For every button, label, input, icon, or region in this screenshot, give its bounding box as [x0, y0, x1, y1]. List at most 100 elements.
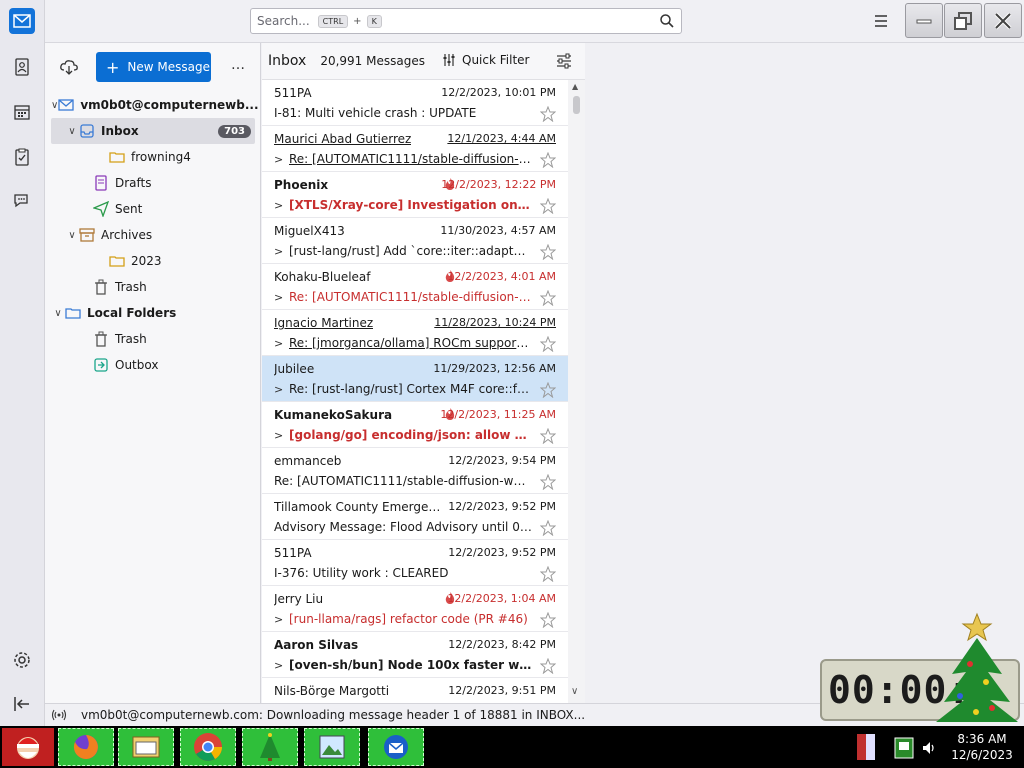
taskbar-file-explorer[interactable]: [118, 728, 174, 766]
star-icon[interactable]: [539, 473, 557, 491]
taskbar-image-viewer[interactable]: [304, 728, 360, 766]
inbox-icon: [79, 123, 95, 139]
new-message-button[interactable]: + New Message: [96, 52, 211, 82]
folder-item-drafts[interactable]: Drafts: [51, 170, 255, 196]
folder-label: Local Folders: [87, 306, 177, 320]
app-menu-icon[interactable]: [872, 12, 890, 30]
get-messages-icon[interactable]: [59, 57, 79, 77]
taskbar-christmas-app[interactable]: [242, 728, 298, 766]
volume-icon[interactable]: [921, 740, 937, 756]
message-row[interactable]: Jubilee 11/29/2023, 12:56 AM > Re: [rust-la…: [262, 356, 568, 402]
scroll-down-icon[interactable]: ∨: [571, 686, 578, 697]
list-display-options-icon[interactable]: [556, 53, 572, 69]
message-list-scrollbar[interactable]: ▲ ∨: [568, 80, 585, 703]
taskbar-firefox[interactable]: [58, 728, 114, 766]
star-icon[interactable]: [539, 335, 557, 353]
star-icon[interactable]: [539, 289, 557, 307]
folder-item-trash[interactable]: Trash: [51, 274, 255, 300]
taskbar: 8:36 AM 12/6/2023: [0, 726, 1024, 768]
message-row[interactable]: 511PA 12/2/2023, 9:52 PM I-376: Utility wo…: [262, 540, 568, 586]
message-subject: [run-llama/rags] refactor code (PR #46): [289, 612, 528, 626]
folder-window-icon: [132, 736, 160, 758]
star-icon[interactable]: [539, 657, 557, 675]
chat-button[interactable]: [9, 188, 35, 214]
star-icon[interactable]: [539, 611, 557, 629]
search-icon[interactable]: [659, 13, 675, 29]
message-row[interactable]: Maurici Abad Gutierrez 12/1/2023, 4:44 AM…: [262, 126, 568, 172]
star-icon[interactable]: [539, 519, 557, 537]
folder-item-trash[interactable]: Trash: [51, 326, 255, 352]
tasks-button[interactable]: [9, 144, 35, 170]
thread-expand-icon[interactable]: >: [274, 153, 283, 166]
taskbar-clock-time[interactable]: 8:36 AM: [947, 732, 1017, 746]
thread-expand-icon[interactable]: >: [274, 291, 283, 304]
folder-item-sent[interactable]: Sent: [51, 196, 255, 222]
folder-item-vm0b0t-computernewb[interactable]: ∨ vm0b0t@computernewb...: [51, 92, 259, 118]
collapse-toolbar-icon[interactable]: [12, 694, 32, 714]
folder-item-outbox[interactable]: Outbox: [51, 352, 255, 378]
close-button[interactable]: [984, 3, 1022, 38]
settings-gear-icon[interactable]: [12, 650, 32, 670]
thread-expand-icon[interactable]: >: [274, 337, 283, 350]
search-input[interactable]: Search... CTRL + K: [250, 8, 682, 34]
star-icon[interactable]: [539, 565, 557, 583]
folder-item-2023[interactable]: 2023: [51, 248, 255, 274]
message-date: 12/2/2023, 8:42 PM: [448, 638, 556, 651]
online-status-icon[interactable]: [51, 707, 67, 723]
star-icon[interactable]: [539, 243, 557, 261]
message-row[interactable]: 511PA 12/2/2023, 10:01 PM I-81: Multi vehi…: [262, 80, 568, 126]
thread-expand-icon[interactable]: >: [274, 383, 283, 396]
message-row[interactable]: Ignacio Martinez 11/28/2023, 10:24 PM > Re:…: [262, 310, 568, 356]
folder-icon: [109, 253, 125, 269]
message-row[interactable]: Kohaku-Blueleaf 12/2/2023, 4:01 AM > Re: [A…: [262, 264, 568, 310]
message-date: 12/2/2023, 9:52 PM: [448, 500, 556, 513]
star-icon[interactable]: [539, 197, 557, 215]
chevron-down-icon[interactable]: ∨: [51, 308, 65, 319]
chevron-down-icon[interactable]: ∨: [65, 126, 79, 137]
start-button[interactable]: [2, 728, 54, 766]
flag-icon[interactable]: [855, 732, 877, 762]
message-row[interactable]: emmanceb 12/2/2023, 9:54 PM Re: [AUTOMATIC…: [262, 448, 568, 494]
local-folders-icon: [65, 305, 81, 321]
more-options-button[interactable]: …: [229, 57, 247, 75]
chevron-down-icon[interactable]: ∨: [65, 230, 79, 241]
thread-expand-icon[interactable]: >: [274, 199, 283, 212]
message-row[interactable]: Jerry Liu 12/2/2023, 1:04 AM > [run-llama/r…: [262, 586, 568, 632]
quick-filter-button[interactable]: Quick Filter: [442, 53, 529, 67]
message-row[interactable]: Phoenix 12/2/2023, 12:22 PM > [XTLS/Xray-co…: [262, 172, 568, 218]
thread-expand-icon[interactable]: >: [274, 245, 283, 258]
calendar-button[interactable]: [9, 99, 35, 125]
folder-item-archives[interactable]: ∨ Archives: [51, 222, 255, 248]
message-sender: Jerry Liu: [274, 592, 324, 606]
quick-filter-label: Quick Filter: [462, 53, 530, 67]
restore-button[interactable]: [944, 3, 982, 38]
mail-space-button[interactable]: [9, 8, 35, 34]
message-row[interactable]: Aaron Silvas 12/2/2023, 8:42 PM > [oven-sh/…: [262, 632, 568, 678]
message-sender: Jubilee: [274, 362, 315, 376]
scrollbar-thumb[interactable]: [573, 96, 580, 114]
network-icon[interactable]: [893, 736, 915, 760]
scroll-up-icon[interactable]: ▲: [572, 82, 578, 91]
taskbar-chrome[interactable]: [180, 728, 236, 766]
message-row[interactable]: MiguelX413 11/30/2023, 4:57 AM > [rust-lang…: [262, 218, 568, 264]
chevron-down-icon[interactable]: ∨: [51, 100, 58, 111]
message-row[interactable]: Tillamook County Emergency ... 12/2/2023,…: [262, 494, 568, 540]
message-row[interactable]: KumanekoSakura 12/2/2023, 11:25 AM > [golan…: [262, 402, 568, 448]
thread-expand-icon[interactable]: >: [274, 429, 283, 442]
star-icon[interactable]: [539, 151, 557, 169]
trash-icon: [93, 331, 109, 347]
folder-item-frowning4[interactable]: frowning4: [51, 144, 255, 170]
minimize-button[interactable]: [905, 3, 943, 38]
star-icon[interactable]: [539, 105, 557, 123]
message-row[interactable]: Nils-Börge Margotti 12/2/2023, 9:51 PM: [262, 678, 568, 703]
address-book-button[interactable]: [9, 54, 35, 80]
thread-expand-icon[interactable]: >: [274, 659, 283, 672]
taskbar-thunderbird[interactable]: [368, 728, 424, 766]
taskbar-clock-date[interactable]: 12/6/2023: [947, 748, 1017, 762]
folder-item-local-folders[interactable]: ∨ Local Folders: [51, 300, 255, 326]
folder-item-inbox[interactable]: ∨ Inbox 703: [51, 118, 255, 144]
shortcut-key-k: K: [366, 14, 382, 28]
thread-expand-icon[interactable]: >: [274, 613, 283, 626]
star-icon[interactable]: [539, 381, 557, 399]
star-icon[interactable]: [539, 427, 557, 445]
